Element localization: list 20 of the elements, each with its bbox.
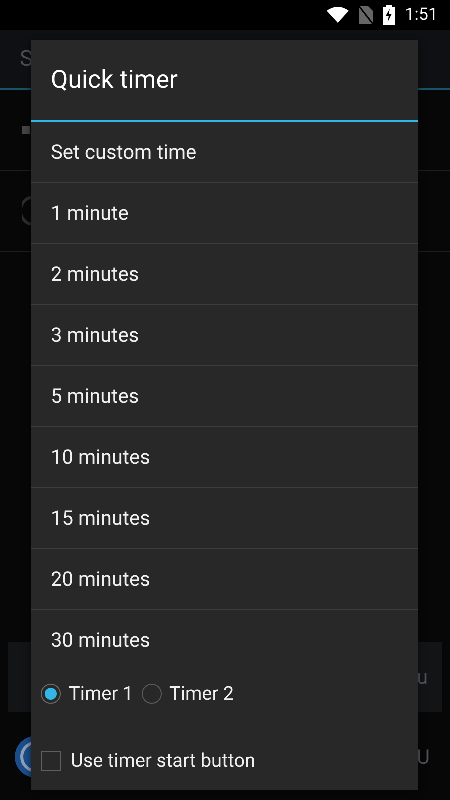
timer-option[interactable]: 1 minute: [31, 183, 418, 244]
no-sim-icon: [359, 6, 374, 24]
timer-option[interactable]: 3 minutes: [31, 305, 418, 366]
dialog-title: Quick timer: [31, 40, 418, 122]
row-text: u: [416, 665, 428, 689]
timer-option[interactable]: 20 minutes: [31, 549, 418, 610]
timer-radio[interactable]: Timer 2: [140, 678, 236, 709]
timer-option[interactable]: Set custom time: [31, 122, 418, 183]
start-button-checkbox[interactable]: Use timer start button: [31, 709, 418, 772]
row-text: U: [417, 745, 430, 769]
square-icon: [22, 126, 30, 134]
timer-option[interactable]: 2 minutes: [31, 244, 418, 305]
timer-option[interactable]: 10 minutes: [31, 427, 418, 488]
wifi-icon: [327, 7, 350, 23]
timer-option[interactable]: 5 minutes: [31, 366, 418, 427]
timer-radio[interactable]: Timer 1: [39, 678, 136, 709]
battery-charging-icon: [383, 5, 396, 25]
timer-option[interactable]: 15 minutes: [31, 488, 418, 549]
timer-option[interactable]: 30 minutes: [31, 610, 418, 670]
clock-time: 1:51: [405, 5, 438, 25]
